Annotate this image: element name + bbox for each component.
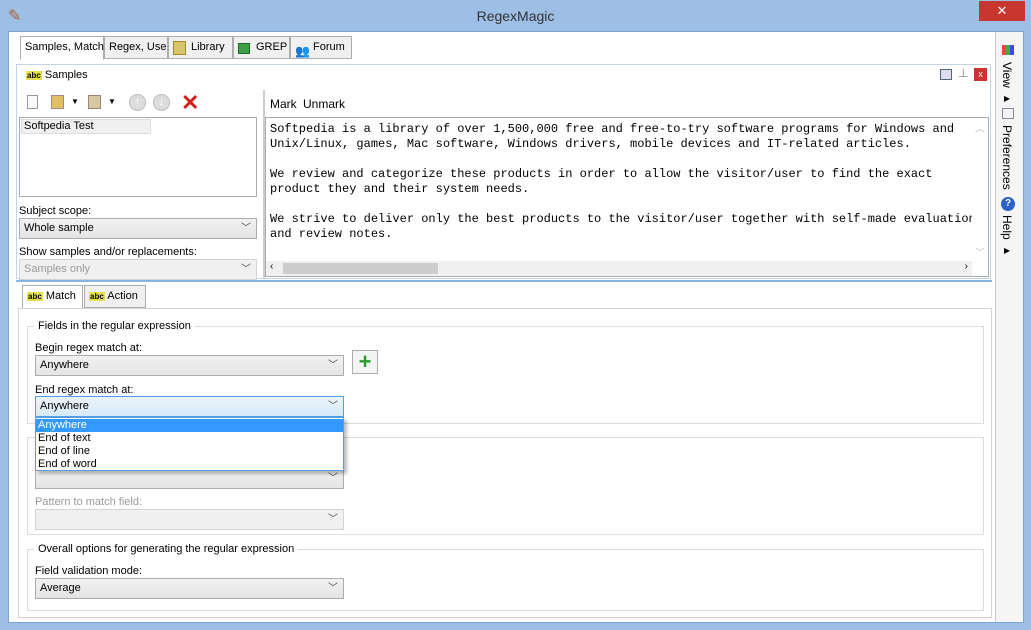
samples-panel-title: abc Samples <box>26 69 88 81</box>
chevron-down-icon: ﹀ <box>328 401 338 412</box>
select-value: Samples only <box>24 263 91 275</box>
end-match-label: End regex match at: <box>35 384 134 396</box>
vertical-scrollbar[interactable]: ︿ ﹀ <box>972 118 988 261</box>
tab-forum[interactable]: 👥 Forum <box>290 36 352 59</box>
scroll-right-icon[interactable]: › <box>965 261 968 272</box>
dropdown-option[interactable]: End of word <box>36 458 343 471</box>
close-button[interactable]: ✕ <box>979 1 1025 21</box>
select-value: Anywhere <box>40 359 89 371</box>
unmark-button[interactable]: Unmark <box>303 97 345 111</box>
list-item[interactable]: Softpedia Test <box>21 119 151 134</box>
help-icon: ? <box>1001 197 1015 211</box>
pattern-label: Pattern to match field: <box>35 496 142 508</box>
scroll-up-icon[interactable]: ︿ <box>975 120 985 135</box>
scroll-down-icon[interactable]: ﹀ <box>975 244 985 259</box>
pattern-select[interactable]: ﹀ <box>35 509 344 530</box>
end-match-dropdown: Anywhere End of text End of line End of … <box>35 417 344 471</box>
horizontal-scrollbar[interactable]: ‹ › <box>266 261 972 276</box>
mark-button[interactable]: Mark <box>270 97 297 111</box>
tab-label: Action <box>107 290 138 302</box>
tab-label: GREP <box>256 41 288 53</box>
chevron-down-icon: ﹀ <box>328 583 338 594</box>
open-dropdown-icon[interactable]: ▼ <box>71 97 79 106</box>
pin-icon[interactable]: ⊥ <box>958 66 968 80</box>
close-panel-icon[interactable]: x <box>974 68 987 81</box>
preferences-menu[interactable]: Preferences <box>1000 125 1014 190</box>
window-title: RegexMagic <box>476 8 555 24</box>
tab-label: Forum <box>313 41 345 53</box>
show-samples-label: Show samples and/or replacements: <box>19 246 197 258</box>
app-feather-icon: ✎ <box>8 8 22 25</box>
library-icon <box>173 41 186 55</box>
tab-label: Match <box>45 290 76 302</box>
sample-text-editor[interactable]: Softpedia is a library of over 1,500,000… <box>265 117 989 277</box>
select-value: Anywhere <box>40 400 89 412</box>
samples-list[interactable]: Softpedia Test <box>19 117 257 197</box>
tab-library[interactable]: Library <box>168 36 233 59</box>
paste-icon[interactable] <box>88 95 101 109</box>
dropdown-option[interactable]: End of line <box>36 445 343 458</box>
end-match-select[interactable]: Anywhere ﹀ <box>35 396 344 417</box>
select-value: Average <box>40 582 81 594</box>
chevron-down-icon: ﹀ <box>328 514 338 525</box>
abc-icon: abc <box>26 70 42 80</box>
chevron-down-icon: ﹀ <box>328 360 338 371</box>
chevron-down-icon: ﹀ <box>241 264 251 275</box>
right-sidebar <box>995 32 1023 622</box>
view-icon <box>1002 45 1014 55</box>
grep-icon <box>238 43 250 54</box>
samples-title: Samples <box>44 69 88 81</box>
new-sample-icon[interactable] <box>27 95 38 109</box>
menu-label: Help <box>1000 215 1014 240</box>
validation-mode-select[interactable]: Average ﹀ <box>35 578 344 599</box>
dropdown-option[interactable]: End of text <box>36 432 343 445</box>
menu-label: View <box>1000 62 1014 88</box>
view-menu[interactable]: View ▸ <box>1000 62 1014 105</box>
tab-regex-use[interactable]: Regex, Use <box>104 36 168 59</box>
group-title: Fields in the regular expression <box>34 320 195 332</box>
field-select[interactable]: ﹀ <box>35 468 344 489</box>
move-down-icon[interactable]: ↓ <box>153 94 170 111</box>
abc-match-icon: abc <box>27 291 43 301</box>
tab-grep[interactable]: GREP <box>233 36 290 59</box>
chevron-down-icon: ﹀ <box>328 473 338 484</box>
help-menu[interactable]: Help ▸ <box>1000 215 1014 257</box>
tab-samples-match[interactable]: Samples, Match <box>20 36 104 60</box>
tab-match[interactable]: abc Match <box>22 285 83 309</box>
scrollbar-thumb[interactable] <box>283 263 438 274</box>
forum-users-icon: 👥 <box>295 44 310 58</box>
group-title: Overall options for generating the regul… <box>34 543 299 555</box>
delete-icon[interactable]: ✕ <box>181 90 199 116</box>
tab-label: Library <box>191 41 225 53</box>
scroll-left-icon[interactable]: ‹ <box>270 261 273 272</box>
show-samples-select[interactable]: Samples only ﹀ <box>19 259 257 280</box>
subject-scope-select[interactable]: Whole sample ﹀ <box>19 218 257 239</box>
dropdown-option[interactable]: Anywhere <box>36 419 343 432</box>
move-up-icon[interactable]: ↑ <box>129 94 146 111</box>
open-icon[interactable] <box>51 95 64 109</box>
paste-dropdown-icon[interactable]: ▼ <box>108 97 116 106</box>
preferences-icon <box>1002 108 1014 119</box>
tab-action[interactable]: abc Action <box>84 285 146 308</box>
add-field-button[interactable]: + <box>352 350 378 374</box>
restore-icon[interactable] <box>940 69 952 80</box>
chevron-down-icon: ﹀ <box>241 223 251 234</box>
select-value: Whole sample <box>24 222 94 234</box>
validation-mode-label: Field validation mode: <box>35 565 143 577</box>
sample-text: Softpedia is a library of over 1,500,000… <box>270 122 976 241</box>
panel-divider[interactable] <box>16 280 992 282</box>
subject-scope-label: Subject scope: <box>19 205 92 217</box>
begin-match-label: Begin regex match at: <box>35 342 143 354</box>
begin-match-select[interactable]: Anywhere ﹀ <box>35 355 344 376</box>
abc-action-icon: abc <box>89 291 105 301</box>
